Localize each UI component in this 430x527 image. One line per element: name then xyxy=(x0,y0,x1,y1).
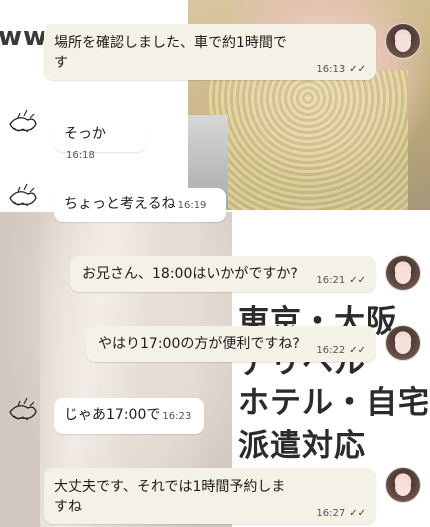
avatar[interactable] xyxy=(385,255,421,291)
message-time: 16:23 xyxy=(162,411,192,422)
message-bubble-sent[interactable]: お兄さん、18:00はいかがですか? 16:21 ✓✓ xyxy=(70,256,376,292)
message-bubble-received[interactable]: じゃあ17:00で 16:23 xyxy=(54,398,204,434)
message-time: 16:22 xyxy=(316,345,346,356)
message-bubble-received[interactable]: ちょっと考えるね 16:19 xyxy=(54,188,226,222)
background-promo-line-4: 派遣対応 xyxy=(238,428,366,464)
double-check-icon: ✓✓ xyxy=(349,275,366,286)
double-check-icon: ✓✓ xyxy=(349,508,366,519)
avatar[interactable] xyxy=(385,23,421,59)
message-bubble-sent[interactable]: やはり17:00の方が便利ですね? 16:22 ✓✓ xyxy=(86,326,376,362)
message-time: 16:19 xyxy=(177,200,207,211)
message-time: 16:18 xyxy=(66,150,95,161)
message-bubble-sent[interactable]: 場所を確認しました、車で約1時間で す 16:13 ✓✓ xyxy=(44,24,376,80)
message-time: 16:13 xyxy=(316,64,346,75)
message-meta: 16:21 ✓✓ xyxy=(316,275,366,287)
background-promo-line-3: ホテル・自宅 xyxy=(238,385,430,421)
sticker-avatar-icon[interactable] xyxy=(4,180,42,210)
message-meta: 16:22 ✓✓ xyxy=(316,345,366,357)
message-time: 16:27 xyxy=(316,508,346,519)
message-time: 16:21 xyxy=(316,275,346,286)
message-text: ちょっと考えるね xyxy=(64,196,176,212)
message-meta: 16:13 ✓✓ xyxy=(316,64,366,76)
message-bubble-sent[interactable]: 大丈夫です、それでは1時間予約しま すね 16:27 ✓✓ xyxy=(44,468,376,524)
sticker-avatar-icon[interactable] xyxy=(4,106,42,136)
message-meta: 16:27 ✓✓ xyxy=(316,508,366,520)
avatar[interactable] xyxy=(385,325,421,361)
double-check-icon: ✓✓ xyxy=(349,64,366,75)
message-text: そっか xyxy=(64,126,106,142)
message-text: じゃあ17:00で xyxy=(64,407,161,423)
double-check-icon: ✓✓ xyxy=(349,345,366,356)
sticker-avatar-icon[interactable] xyxy=(4,394,42,424)
message-bubble-received[interactable]: そっか 16:18 xyxy=(54,118,146,161)
avatar[interactable] xyxy=(385,467,421,503)
